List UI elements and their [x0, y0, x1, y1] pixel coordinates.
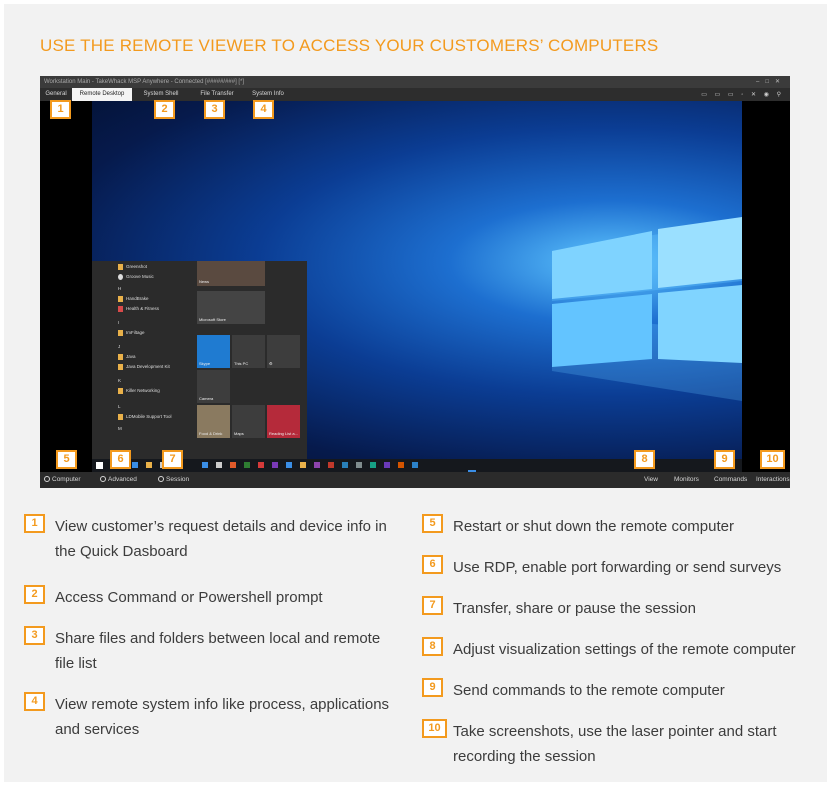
legend-text: Share files and folders between local an…	[55, 630, 381, 647]
view-menu-button[interactable]: View	[644, 472, 658, 488]
advanced-menu-button[interactable]: Advanced	[100, 472, 137, 488]
legend-badge: 3	[24, 626, 45, 645]
bottom-toolbar: Computer Advanced Session View Monitors …	[40, 472, 790, 488]
tile-reading-list[interactable]: Reading List a...	[267, 405, 300, 438]
session-menu-button[interactable]: Session	[158, 472, 189, 488]
callout-badge: 9	[714, 450, 735, 469]
legend-badge: 7	[422, 596, 443, 615]
callout-badge: 8	[634, 450, 655, 469]
window-titlebar: Workstation Main - TakeWhack MSP Anywher…	[40, 76, 790, 88]
tile-food-drink[interactable]: Food & Drink	[197, 405, 230, 438]
callout-badge: 10	[760, 450, 785, 469]
list-item: L	[118, 404, 121, 409]
interactions-menu-button[interactable]: Interactions	[756, 472, 790, 488]
legend-text: Use RDP, enable port forwarding or send …	[453, 559, 782, 576]
list-item: I	[118, 320, 120, 325]
callout-badge: 7	[162, 450, 183, 469]
legend-text: Restart or shut down the remote computer	[453, 518, 734, 535]
legend-badge: 5	[422, 514, 443, 533]
legend-text: Adjust visualization settings of the rem…	[453, 641, 796, 658]
list-item: J	[118, 344, 121, 349]
callout-badge: 2	[154, 100, 175, 119]
tile-this-pc[interactable]: This PC	[232, 335, 265, 368]
power-icon	[44, 476, 50, 482]
list-item[interactable]: HandBrake	[118, 295, 149, 303]
list-item[interactable]: Greenshot	[118, 263, 147, 271]
callout-badge: 1	[50, 100, 71, 119]
list-item[interactable]: LDMobile Support Tool	[118, 413, 171, 421]
legend-text: View customer’s request details and devi…	[55, 518, 387, 535]
callout-badge: 4	[253, 100, 274, 119]
list-item[interactable]: Groove Music	[118, 273, 154, 281]
legend-badge: 8	[422, 637, 443, 656]
window-controls[interactable]: –□✕	[756, 76, 786, 88]
legend-text: Take screenshots, use the laser pointer …	[453, 723, 777, 740]
window-title: Workstation Main - TakeWhack MSP Anywher…	[44, 79, 245, 85]
legend-badge: 9	[422, 678, 443, 697]
remote-desktop-view[interactable]: Greenshot Groove Music H HandBrake Healt…	[92, 101, 742, 459]
legend-badge: 10	[422, 719, 447, 738]
tile-camera[interactable]: Camera	[197, 370, 230, 403]
list-item[interactable]: Java	[118, 353, 136, 361]
tab-bar: General Remote Desktop System Shell File…	[40, 88, 790, 101]
toolbar-icons[interactable]: ▭ ▭ ▭ ◦ ✕ ◉ ⚲	[701, 91, 784, 98]
legend-text: and services	[55, 721, 140, 738]
legend-text: Send commands to the remote computer	[453, 682, 725, 699]
tile-maps[interactable]: Maps	[232, 405, 265, 438]
legend-text: file list	[55, 655, 97, 672]
callout-badge: 3	[204, 100, 225, 119]
list-item[interactable]: Java Development Kit	[118, 363, 170, 371]
computer-menu-button[interactable]: Computer	[44, 472, 81, 488]
remote-viewer-window: Workstation Main - TakeWhack MSP Anywher…	[40, 76, 790, 488]
monitors-menu-button[interactable]: Monitors	[674, 472, 699, 488]
callout-badge: 5	[56, 450, 77, 469]
legend-badge: 6	[422, 555, 443, 574]
list-item: M	[118, 426, 122, 431]
legend-text: Access Command or Powershell prompt	[55, 589, 323, 606]
start-menu[interactable]: Greenshot Groove Music H HandBrake Healt…	[92, 261, 307, 459]
list-item[interactable]: ImFiltage	[118, 329, 145, 337]
tile-news[interactable]: News	[197, 261, 265, 286]
legend-text: the Quick Dasboard	[55, 543, 188, 560]
tile-microsoft-store[interactable]: Microsoft Store	[197, 291, 265, 324]
legend-text: recording the session	[453, 748, 596, 765]
legend-text: Transfer, share or pause the session	[453, 600, 696, 617]
list-item: H	[118, 286, 122, 291]
page-title: USE THE REMOTE VIEWER TO ACCESS YOUR CUS…	[40, 36, 659, 55]
list-item[interactable]: Killer Networking	[118, 387, 160, 395]
legend-badge: 2	[24, 585, 45, 604]
legend-badge: 4	[24, 692, 45, 711]
commands-menu-button[interactable]: Commands	[714, 472, 747, 488]
tab-remote-desktop[interactable]: Remote Desktop	[72, 88, 132, 101]
callout-badge: 6	[110, 450, 131, 469]
tile-settings[interactable]: ⚙	[267, 335, 300, 368]
list-item: K	[118, 378, 122, 383]
list-item[interactable]: Health & Fitness	[118, 305, 159, 313]
tile-skype[interactable]: Skype	[197, 335, 230, 368]
legend-badge: 1	[24, 514, 45, 533]
session-icon	[158, 476, 164, 482]
infographic-panel: USE THE REMOTE VIEWER TO ACCESS YOUR CUS…	[4, 4, 827, 782]
legend-text: View remote system info like process, ap…	[55, 696, 390, 713]
gear-icon	[100, 476, 106, 482]
